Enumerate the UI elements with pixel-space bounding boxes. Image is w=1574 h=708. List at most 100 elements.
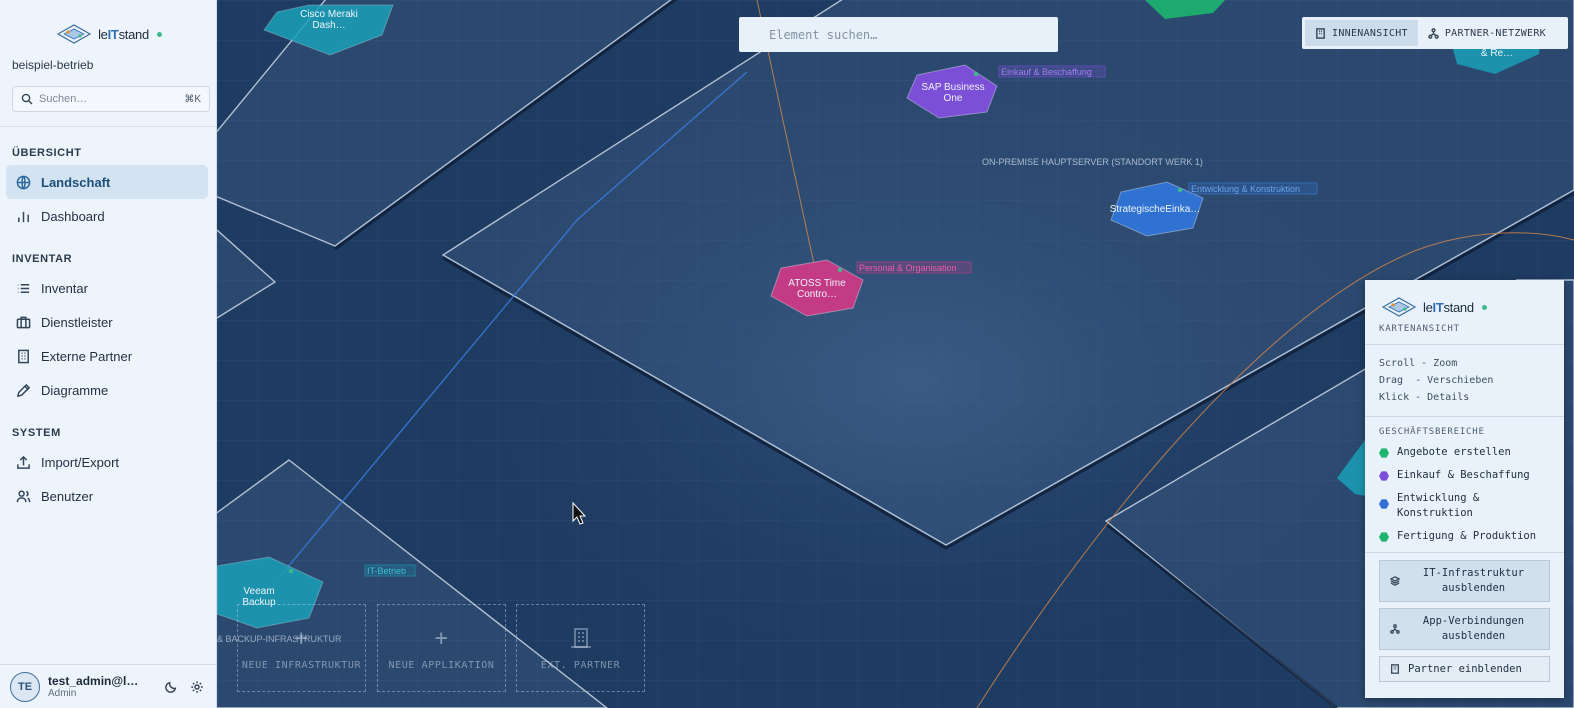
hexagon-icon (1379, 499, 1389, 509)
tab-partner-netzwerk[interactable]: PARTNER-NETZWERK (1418, 20, 1556, 46)
list-icon (17, 283, 30, 293)
tab-label: INNENANSICHT (1332, 27, 1408, 39)
nav-label: Externe Partner (41, 348, 133, 364)
building-icon (570, 628, 591, 648)
nav-benutzer[interactable]: Benutzer (6, 479, 208, 513)
nav-label: Landschaft (41, 174, 111, 190)
search-shortcut: ⌘K (184, 93, 201, 105)
external-partner-button[interactable]: EXT. PARTNER (516, 604, 645, 692)
theme-toggle-button[interactable] (162, 678, 180, 696)
nav-landschaft[interactable]: Landschaft (6, 165, 208, 199)
legend-label: Entwicklung & Konstruktion (1397, 492, 1480, 519)
briefcase-icon (16, 316, 31, 328)
action-label: EXT. PARTNER (540, 660, 621, 671)
upload-icon (17, 455, 30, 469)
pencil-icon (16, 383, 31, 397)
plus-icon: + (294, 626, 309, 651)
hexagon-icon (1379, 532, 1389, 542)
section-title-system: SYSTEM (12, 427, 61, 439)
legend-label: Angebote erstellen (1397, 446, 1511, 458)
business-tag: Entwicklung & Konstruktion (1191, 184, 1300, 194)
legend-label: Fertigung & Produktion (1397, 530, 1537, 542)
node-label: Cisco Meraki (300, 9, 358, 20)
divider (1365, 552, 1564, 553)
status-dot (973, 71, 979, 77)
bar-chart-icon (18, 211, 29, 222)
user-info: test_admin@le… Admin (48, 674, 154, 699)
network-icon (1428, 27, 1439, 39)
element-search-input[interactable]: Element suchen… (739, 17, 1058, 52)
building-icon (1316, 27, 1325, 39)
section-title-overview: ÜBERSICHT (12, 147, 82, 159)
brand-logo[interactable]: leITstand (0, 14, 216, 54)
network-icon (1390, 624, 1400, 634)
toggle-connections-button[interactable]: App-Verbindungen ausblenden (1379, 608, 1550, 650)
action-label: NEUE INFRASTRUKTUR (241, 660, 362, 671)
new-infrastructure-button[interactable]: + NEUE INFRASTRUKTUR (237, 604, 366, 692)
nav-label: Inventar (41, 280, 88, 296)
new-application-button[interactable]: + NEUE APPLIKATION (377, 604, 506, 692)
toggle-partners-button[interactable]: Partner einblenden (1379, 656, 1550, 682)
map-canvas[interactable]: ON-PREMISE HAUPTSERVER (STANDORT WERK 1)… (217, 0, 1574, 708)
help-text: Scroll - Zoom Drag - Verschieben Klick -… (1365, 345, 1564, 406)
business-tag: Personal & Organisation (859, 263, 957, 273)
brand-text: leITstand (98, 26, 149, 42)
nav-dienstleister[interactable]: Dienstleister (6, 305, 208, 339)
action-label: NEUE APPLIKATION (388, 660, 495, 671)
sidebar: leITstand beispiel-betrieb Suchen… ⌘K ÜB… (0, 0, 217, 708)
tab-label: PARTNER-NETZWERK (1444, 27, 1546, 39)
legend-item[interactable]: Entwicklung & Konstruktion (1365, 487, 1564, 525)
view-toggle: INNENANSICHT PARTNER-NETZWERK (1302, 17, 1568, 49)
user-name: test_admin@le… (48, 674, 142, 688)
nav-label: Dienstleister (41, 314, 113, 330)
user-role: Admin (48, 688, 77, 699)
nav-inventar[interactable]: Inventar (6, 271, 208, 305)
nav-label: Dashboard (41, 208, 105, 224)
legend-item[interactable]: Fertigung & Produktion (1365, 525, 1564, 548)
section-title-inventory: INVENTAR (12, 253, 73, 265)
nav-diagramme[interactable]: Diagramme (6, 373, 208, 407)
logo-icon (56, 24, 92, 44)
legend-item[interactable]: Einkauf & Beschaffung (1365, 464, 1564, 487)
node-label: Veeam (243, 586, 274, 597)
help-line: Scroll - Zoom (1379, 358, 1458, 369)
help-line: Drag - Verschieben (1379, 375, 1494, 386)
building-icon (1391, 664, 1399, 674)
node-label: ATOSS Time (788, 278, 846, 289)
map-legend-panel: leITstand KARTENANSICHT Scroll - Zoom Dr… (1365, 280, 1564, 698)
layers-icon (1390, 576, 1400, 586)
gear-icon (191, 680, 203, 693)
status-dot (837, 267, 843, 273)
node-label: Dash… (312, 20, 345, 31)
business-tag: Einkauf & Beschaffung (1001, 67, 1092, 77)
legend-item[interactable]: Angebote erstellen (1365, 441, 1564, 464)
users-icon (16, 490, 31, 502)
panel-subtitle: KARTENANSICHT (1379, 324, 1460, 334)
legend-title: GESCHÄFTSBEREICHE (1379, 427, 1485, 437)
business-tag: IT-Betrieb (367, 566, 406, 576)
nav-externe-partner[interactable]: Externe Partner (6, 339, 208, 373)
nav-dashboard[interactable]: Dashboard (6, 199, 208, 233)
nav-label: Import/Export (41, 454, 120, 470)
zone-title: ON-PREMISE HAUPTSERVER (STANDORT WERK 1) (982, 157, 1203, 167)
logo-icon (1381, 297, 1417, 317)
node-label: One (944, 93, 963, 104)
toggle-infrastructure-button[interactable]: IT-Infrastruktur ausblenden (1379, 560, 1550, 602)
globe-icon (16, 175, 31, 189)
status-dot (1177, 187, 1183, 193)
button-label: IT-Infrastruktur ausblenden (1422, 567, 1525, 594)
status-dot (156, 31, 162, 37)
tab-innenansicht[interactable]: INNENANSICHT (1305, 20, 1418, 46)
legend-label: Einkauf & Beschaffung (1397, 469, 1530, 481)
building-icon (18, 349, 29, 363)
avatar[interactable]: TE (10, 671, 40, 702)
tenant-name: beispiel-betrieb (12, 58, 94, 72)
nav-label: Benutzer (41, 488, 94, 504)
sidebar-search[interactable]: Suchen… ⌘K (12, 86, 210, 112)
help-line: Klick - Details (1379, 392, 1470, 403)
button-label: App-Verbindungen ausblenden (1422, 615, 1525, 642)
nav-import-export[interactable]: Import/Export (6, 445, 208, 479)
settings-button[interactable] (188, 678, 206, 696)
user-bar: TE test_admin@le… Admin (0, 664, 216, 708)
search-icon (21, 93, 33, 105)
